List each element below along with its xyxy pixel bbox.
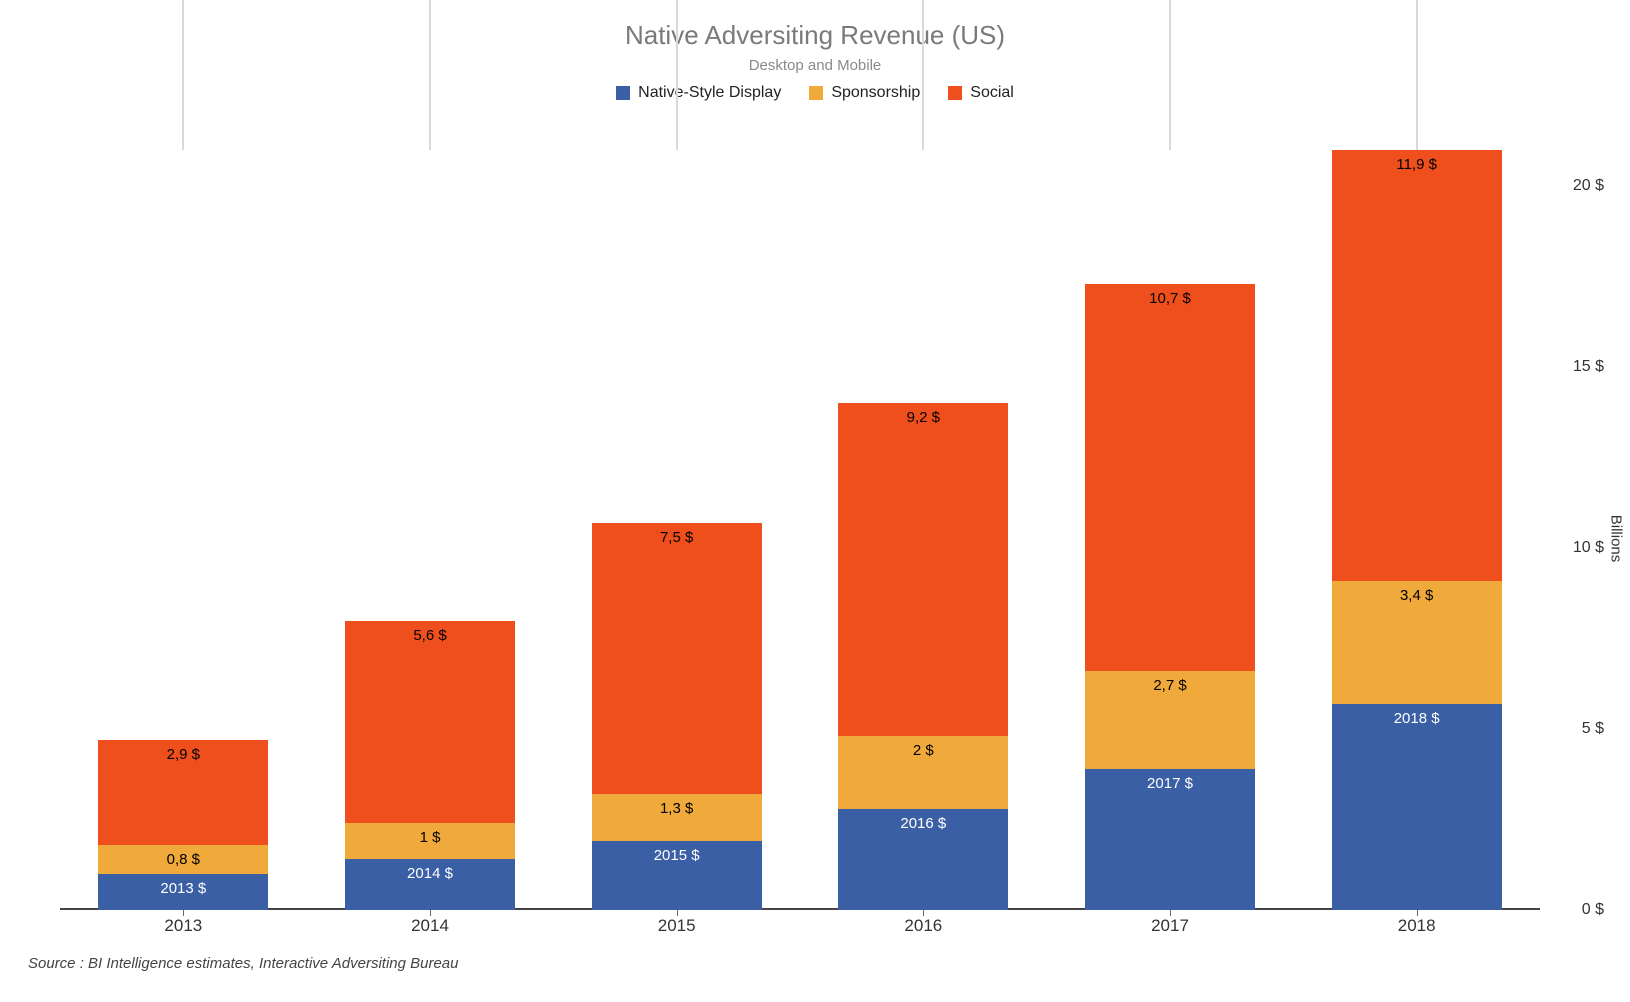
bar-value-label: 7,5 $ xyxy=(592,529,762,546)
legend-label: Social xyxy=(970,84,1014,102)
x-tick-label: 2014 xyxy=(411,916,449,936)
gridline-vertical xyxy=(922,0,924,150)
x-tick-label: 2013 xyxy=(164,916,202,936)
x-axis-labels: 2013 2014 2015 2016 2017 2018 xyxy=(60,910,1540,938)
legend-label: Sponsorship xyxy=(831,84,920,102)
y-tick-label: 10 $ xyxy=(1573,539,1604,557)
bar-column: 2013 $ 0,8 $ 2,9 $ xyxy=(98,740,268,910)
bar-value-label: 1,3 $ xyxy=(592,800,762,817)
x-tick-label: 2016 xyxy=(904,916,942,936)
legend-item-native: Native-Style Display xyxy=(616,84,781,102)
bar-column: 2016 $ 2 $ 9,2 $ xyxy=(838,403,1008,910)
bar-segment-social: 10,7 $ xyxy=(1085,284,1255,671)
bar-value-label: 2015 $ xyxy=(592,847,762,864)
bar-segment-sponsorship: 1 $ xyxy=(345,823,515,859)
bar-segment-native-style-display: 2013 $ xyxy=(98,874,268,910)
x-tick xyxy=(183,910,184,916)
bar-segment-sponsorship: 1,3 $ xyxy=(592,794,762,841)
bar-value-label: 2018 $ xyxy=(1332,710,1502,727)
bar-value-label: 2014 $ xyxy=(345,865,515,882)
y-axis-title: Billions xyxy=(1608,515,1625,563)
gridline-vertical xyxy=(1416,0,1418,150)
bar-segment-native-style-display: 2016 $ xyxy=(838,809,1008,910)
bar-value-label: 0,8 $ xyxy=(98,851,268,868)
bar-segment-social: 9,2 $ xyxy=(838,403,1008,736)
bar-segment-social: 5,6 $ xyxy=(345,621,515,824)
y-tick-label: 15 $ xyxy=(1573,358,1604,376)
gridline-vertical xyxy=(429,0,431,150)
x-tick xyxy=(1417,910,1418,916)
legend-item-sponsorship: Sponsorship xyxy=(809,84,920,102)
source-note: Source : BI Intelligence estimates, Inte… xyxy=(28,955,459,972)
y-tick-label: 0 $ xyxy=(1582,901,1604,919)
bar-segment-social: 2,9 $ xyxy=(98,740,268,845)
y-tick-label: 5 $ xyxy=(1582,720,1604,738)
legend: Native-Style Display Sponsorship Social xyxy=(0,84,1630,102)
bar-value-label: 9,2 $ xyxy=(838,409,1008,426)
legend-swatch xyxy=(616,86,630,100)
bar-segment-native-style-display: 2015 $ xyxy=(592,841,762,910)
bar-segment-native-style-display: 2017 $ xyxy=(1085,769,1255,910)
chart-title: Native Adversiting Revenue (US) xyxy=(0,20,1630,51)
plot-area: 201320142015201620172018 0 $5 $10 $15 $2… xyxy=(60,150,1540,910)
bar-value-label: 2,7 $ xyxy=(1085,677,1255,694)
x-tick xyxy=(677,910,678,916)
bar-segment-sponsorship: 3,4 $ xyxy=(1332,581,1502,704)
bar-value-label: 2016 $ xyxy=(838,815,1008,832)
bar-segment-native-style-display: 2014 $ xyxy=(345,859,515,910)
bar-value-label: 1 $ xyxy=(345,829,515,846)
bar-value-label: 2 $ xyxy=(838,742,1008,759)
bar-column: 2017 $ 2,7 $ 10,7 $ xyxy=(1085,284,1255,910)
bar-segment-sponsorship: 2 $ xyxy=(838,736,1008,808)
bar-column: 2018 $ 3,4 $ 11,9 $ xyxy=(1332,150,1502,910)
bar-value-label: 3,4 $ xyxy=(1332,587,1502,604)
x-tick xyxy=(1170,910,1171,916)
legend-swatch xyxy=(809,86,823,100)
chart-subtitle: Desktop and Mobile xyxy=(0,57,1630,74)
x-tick-label: 2017 xyxy=(1151,916,1189,936)
bar-value-label: 2017 $ xyxy=(1085,775,1255,792)
x-tick xyxy=(430,910,431,916)
bar-value-label: 5,6 $ xyxy=(345,627,515,644)
x-tick xyxy=(923,910,924,916)
gridline-vertical xyxy=(182,0,184,150)
gridline-vertical xyxy=(676,0,678,150)
bar-value-label: 11,9 $ xyxy=(1332,156,1502,173)
bar-segment-native-style-display: 2018 $ xyxy=(1332,704,1502,910)
bar-value-label: 2013 $ xyxy=(98,880,268,897)
gridline-vertical xyxy=(1169,0,1171,150)
bar-segment-sponsorship: 2,7 $ xyxy=(1085,671,1255,769)
chart-container: Native Adversiting Revenue (US) Desktop … xyxy=(0,20,1630,1002)
legend-swatch xyxy=(948,86,962,100)
y-tick-label: 20 $ xyxy=(1573,177,1604,195)
bar-segment-sponsorship: 0,8 $ xyxy=(98,845,268,874)
x-tick-label: 2018 xyxy=(1398,916,1436,936)
legend-label: Native-Style Display xyxy=(638,84,781,102)
x-tick-label: 2015 xyxy=(658,916,696,936)
bar-value-label: 2,9 $ xyxy=(98,746,268,763)
bar-segment-social: 7,5 $ xyxy=(592,523,762,794)
bar-column: 2015 $ 1,3 $ 7,5 $ xyxy=(592,523,762,910)
bar-value-label: 10,7 $ xyxy=(1085,290,1255,307)
legend-item-social: Social xyxy=(948,84,1014,102)
bar-column: 2014 $ 1 $ 5,6 $ xyxy=(345,620,515,910)
bar-segment-social: 11,9 $ xyxy=(1332,150,1502,581)
